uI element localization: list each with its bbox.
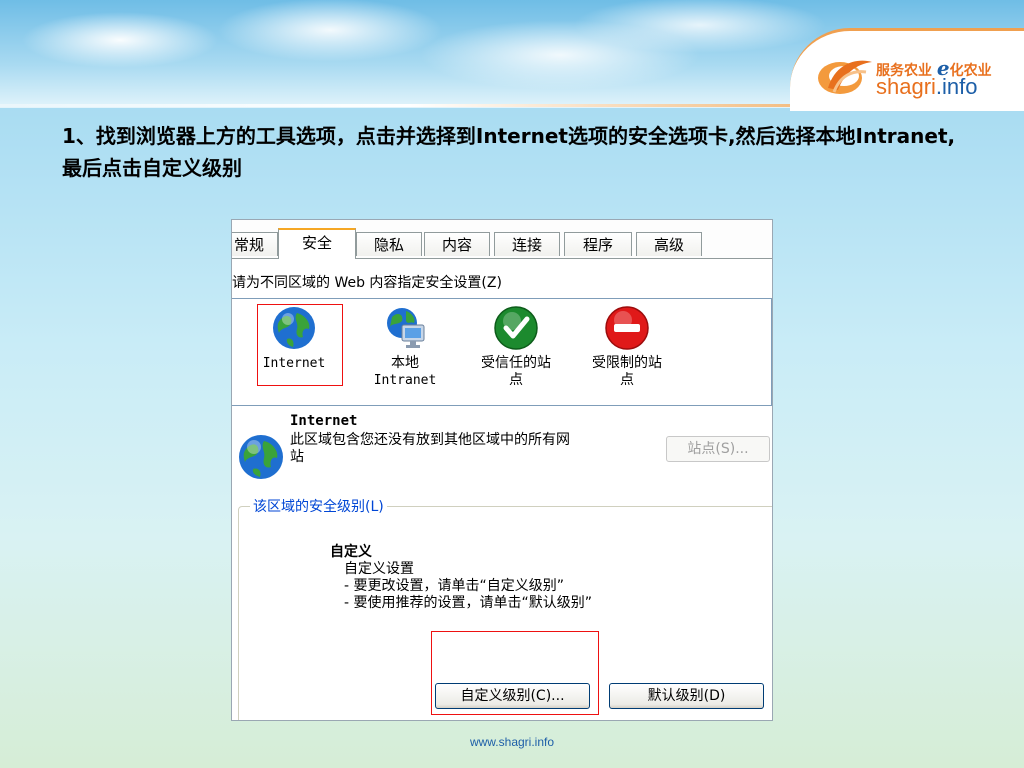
default-level-button[interactable]: 默认级别(D)	[609, 683, 764, 709]
zone-restricted-label-1: 受限制的站	[592, 355, 662, 371]
tab-connections[interactable]: 连接	[494, 232, 560, 256]
zone-trusted-label-1: 受信任的站	[481, 355, 551, 371]
logo-swirl-icon	[818, 60, 872, 94]
zone-trusted-label-2: 点	[509, 372, 523, 388]
globe-icon	[239, 435, 283, 479]
tab-privacy[interactable]: 隐私	[356, 232, 422, 256]
checkmark-icon	[494, 306, 538, 350]
tab-general[interactable]: 常规	[232, 232, 278, 256]
zone-intranet-label-2: Intranet	[373, 373, 437, 388]
logo-site-name: shagri.info	[876, 74, 978, 99]
level-line: - 要更改设置，请单击“自定义级别”	[344, 578, 565, 594]
sites-button[interactable]: 站点(S)...	[666, 436, 770, 462]
zone-caption: 请为不同区域的 Web 内容指定安全设置(Z)	[232, 275, 502, 291]
tab-security[interactable]: 安全	[278, 228, 356, 259]
internet-options-dialog: 常规 安全 隐私 内容 连接 程序 高级 请为不同区域的 Web 内容指定安全设…	[231, 219, 773, 721]
tab-programs[interactable]: 程序	[564, 232, 632, 256]
highlight-internet-zone	[257, 304, 343, 386]
security-level-description: 自定义设置 - 要更改设置，请单击“自定义级别” - 要使用推荐的设置，请单击“…	[344, 561, 592, 612]
tab-strip: 常规 安全 隐私 内容 连接 程序 高级	[232, 220, 772, 259]
security-level-group-label: 该区域的安全级别(L)	[250, 496, 387, 516]
tab-advanced[interactable]: 高级	[636, 232, 702, 256]
security-level-title: 自定义	[330, 544, 372, 560]
zone-local-intranet[interactable]: 本地 Intranet	[355, 305, 455, 389]
intranet-computer-icon	[387, 308, 425, 348]
tab-content[interactable]: 内容	[424, 232, 490, 256]
highlight-custom-level	[431, 631, 599, 715]
no-entry-icon	[605, 306, 649, 350]
zone-restricted-label-2: 点	[620, 372, 634, 388]
instruction-text: 1、找到浏览器上方的工具选项，点击并选择到Internet选项的安全选项卡,然后…	[62, 124, 956, 180]
zone-intranet-label-1: 本地	[391, 355, 419, 371]
selected-zone-title: Internet	[290, 413, 358, 429]
footer-url[interactable]: www.shagri.info	[0, 735, 1024, 749]
level-line: 自定义设置	[344, 561, 414, 577]
selected-zone-description: 此区域包含您还没有放到其他区域中的所有网站	[290, 432, 570, 465]
level-line: - 要使用推荐的设置，请单击“默认级别”	[344, 595, 593, 611]
zone-trusted-sites[interactable]: 受信任的站 点	[466, 305, 566, 389]
zone-restricted-sites[interactable]: 受限制的站 点	[577, 305, 677, 389]
